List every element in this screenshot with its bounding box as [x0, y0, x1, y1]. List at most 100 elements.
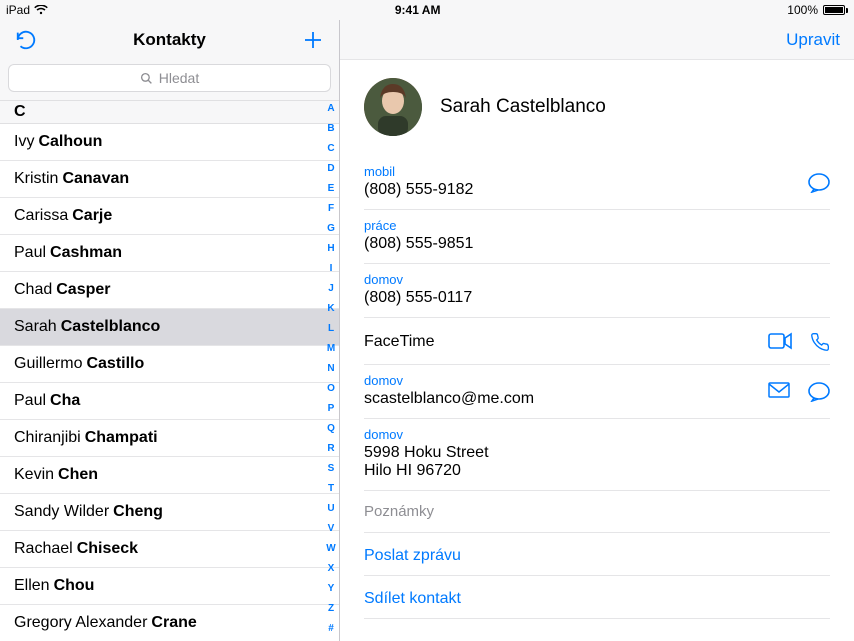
index-letter[interactable]: #: [328, 624, 334, 634]
clock: 9:41 AM: [48, 3, 787, 17]
contact-last: Casper: [56, 281, 110, 299]
index-letter[interactable]: K: [327, 304, 334, 314]
contact-last: Chiseck: [77, 540, 138, 558]
refresh-button[interactable]: [12, 26, 40, 54]
contact-row[interactable]: ChadCasper: [0, 272, 339, 309]
index-letter[interactable]: W: [326, 544, 335, 554]
search-placeholder: Hledat: [159, 70, 199, 86]
phone-field[interactable]: domov (808) 555-0117: [364, 264, 830, 318]
contact-row[interactable]: PaulCha: [0, 383, 339, 420]
video-icon[interactable]: [768, 332, 792, 352]
email-label: domov: [364, 373, 830, 388]
contact-first: Chiranjibi: [14, 429, 81, 447]
phone-field[interactable]: práce (808) 555-9851: [364, 210, 830, 264]
index-letter[interactable]: T: [328, 484, 334, 494]
facetime-label: FaceTime: [364, 333, 435, 351]
contact-row[interactable]: GuillermoCastillo: [0, 346, 339, 383]
email-field[interactable]: domov scastelblanco@me.com: [364, 365, 830, 419]
index-letter[interactable]: A: [327, 104, 334, 114]
index-letter[interactable]: D: [327, 164, 334, 174]
index-letter[interactable]: B: [327, 124, 334, 134]
index-letter[interactable]: O: [327, 384, 335, 394]
index-letter[interactable]: Z: [328, 604, 334, 614]
index-letter[interactable]: M: [327, 344, 335, 354]
email-value: scastelblanco@me.com: [364, 390, 830, 408]
message-icon[interactable]: [808, 173, 830, 193]
phone-value: (808) 555-9851: [364, 235, 830, 253]
contact-last: Carje: [72, 207, 112, 225]
contact-first: Gregory Alexander: [14, 614, 147, 632]
phone-icon[interactable]: [810, 332, 830, 352]
address-line1: 5998 Hoku Street: [364, 444, 830, 462]
index-letter[interactable]: I: [330, 264, 333, 274]
search-icon: [140, 72, 153, 85]
contact-row[interactable]: KristinCanavan: [0, 161, 339, 198]
phone-field[interactable]: mobil (808) 555-9182: [364, 156, 830, 210]
contact-last: Crane: [151, 614, 196, 632]
contact-row[interactable]: PaulCashman: [0, 235, 339, 272]
mail-icon[interactable]: [768, 382, 790, 402]
contact-detail: Upravit Sarah Castelblanco mobil (808) 55…: [340, 20, 854, 641]
index-letter[interactable]: P: [328, 404, 335, 414]
index-letter[interactable]: U: [327, 504, 334, 514]
contact-last: Cheng: [113, 503, 163, 521]
contact-last: Canavan: [62, 170, 129, 188]
index-letter[interactable]: N: [327, 364, 334, 374]
contact-row[interactable]: Gregory AlexanderCrane: [0, 605, 339, 641]
contact-first: Paul: [14, 392, 46, 410]
contact-row[interactable]: CarissaCarje: [0, 198, 339, 235]
detail-header: Upravit: [340, 20, 854, 60]
phone-value: (808) 555-9182: [364, 181, 830, 199]
contact-row[interactable]: KevinChen: [0, 457, 339, 494]
index-letter[interactable]: H: [327, 244, 334, 254]
device-label: iPad: [6, 3, 30, 17]
section-header: C: [0, 100, 339, 124]
contacts-sidebar: Kontakty Hledat C IvyCalhounKristinCanav…: [0, 20, 340, 641]
search-input[interactable]: Hledat: [8, 64, 331, 92]
message-icon[interactable]: [808, 382, 830, 402]
phone-label: mobil: [364, 164, 830, 179]
contact-row[interactable]: IvyCalhoun: [0, 124, 339, 161]
index-letter[interactable]: V: [328, 524, 335, 534]
index-letter[interactable]: E: [328, 184, 335, 194]
facetime-row[interactable]: FaceTime: [364, 318, 830, 365]
contact-first: Kristin: [14, 170, 58, 188]
contact-row[interactable]: Sandy WilderCheng: [0, 494, 339, 531]
address-field[interactable]: domov 5998 Hoku Street Hilo HI 96720: [364, 419, 830, 491]
battery-icon: [820, 5, 848, 15]
add-contact-button[interactable]: [299, 26, 327, 54]
contact-last: Castelblanco: [61, 318, 161, 336]
contact-last: Castillo: [86, 355, 144, 373]
index-letter[interactable]: L: [328, 324, 334, 334]
index-letter[interactable]: X: [328, 564, 335, 574]
contact-row[interactable]: EllenChou: [0, 568, 339, 605]
phone-label: domov: [364, 272, 830, 287]
index-letter[interactable]: Y: [328, 584, 335, 594]
index-letter[interactable]: S: [328, 464, 335, 474]
edit-button[interactable]: Upravit: [786, 30, 840, 50]
alpha-index[interactable]: ABCDEFGHIJKLMNOPQRSTUVWXYZ #: [323, 100, 339, 641]
index-letter[interactable]: J: [328, 284, 334, 294]
index-letter[interactable]: C: [327, 144, 334, 154]
phone-value: (808) 555-0117: [364, 289, 830, 307]
share-contact-button[interactable]: Sdílet kontakt: [364, 576, 830, 619]
contact-first: Kevin: [14, 466, 54, 484]
contact-last: Cashman: [50, 244, 122, 262]
address-line2: Hilo HI 96720: [364, 462, 830, 480]
notes-field[interactable]: Poznámky: [364, 491, 830, 533]
phone-label: práce: [364, 218, 830, 233]
contact-list[interactable]: C IvyCalhounKristinCanavanCarissaCarjePa…: [0, 100, 339, 641]
contact-first: Paul: [14, 244, 46, 262]
contact-row[interactable]: RachaelChiseck: [0, 531, 339, 568]
contact-name: Sarah Castelblanco: [440, 96, 606, 118]
index-letter[interactable]: G: [327, 224, 335, 234]
index-letter[interactable]: F: [328, 204, 334, 214]
contact-last: Cha: [50, 392, 80, 410]
contact-row[interactable]: ChiranjibiChampati: [0, 420, 339, 457]
send-message-button[interactable]: Poslat zprávu: [364, 533, 830, 576]
contact-row[interactable]: SarahCastelblanco: [0, 309, 339, 346]
index-letter[interactable]: R: [327, 444, 334, 454]
contact-first: Sandy Wilder: [14, 503, 109, 521]
contact-first: Chad: [14, 281, 52, 299]
index-letter[interactable]: Q: [327, 424, 335, 434]
